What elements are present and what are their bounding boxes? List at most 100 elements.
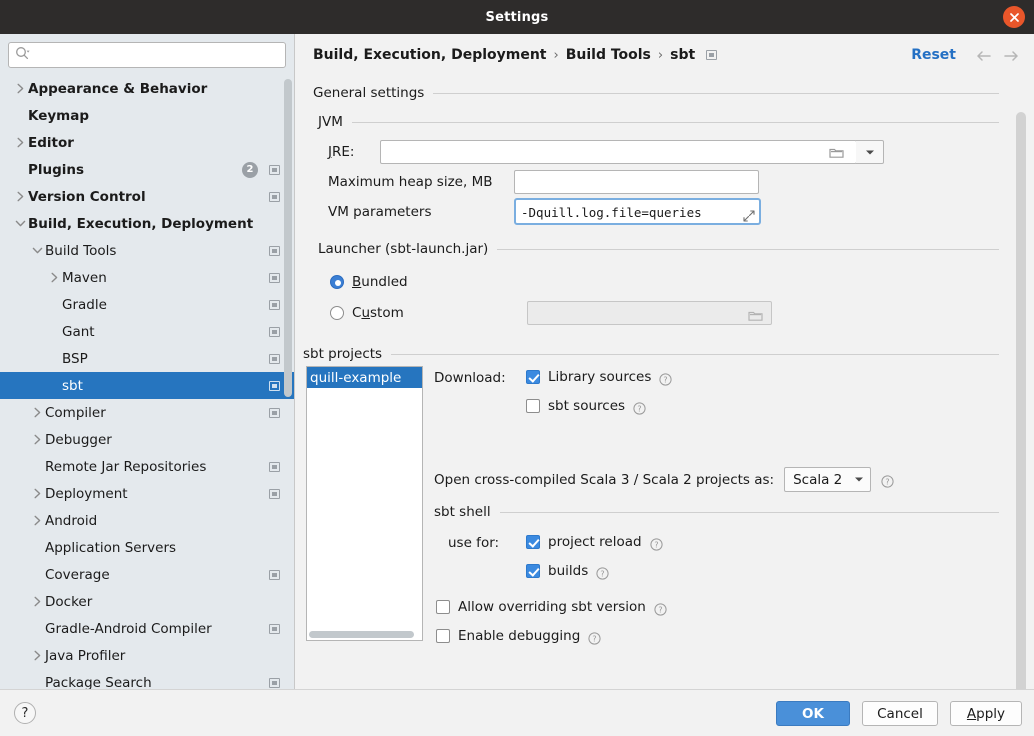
- jre-browse-button[interactable]: [816, 140, 857, 164]
- arrow-right-icon[interactable]: [1003, 48, 1020, 67]
- sidebar-item-java-profiler[interactable]: Java Profiler: [0, 642, 294, 669]
- custom-radio[interactable]: [330, 306, 344, 320]
- sidebar-item-appearance-behavior[interactable]: Appearance & Behavior: [0, 75, 294, 102]
- jvm-title: JVM: [318, 114, 343, 130]
- bundled-label: Bundled: [352, 274, 408, 290]
- sidebar-item-package-search[interactable]: Package Search: [0, 669, 294, 689]
- builds-checkbox[interactable]: [526, 564, 540, 578]
- vm-parameters-input[interactable]: -Dquill.log.file=queries: [514, 198, 761, 225]
- sidebar-item-stub-icon: [269, 623, 280, 634]
- reset-button[interactable]: Reset: [911, 47, 956, 63]
- help-icon[interactable]: ?: [649, 536, 663, 551]
- chevron-down-icon[interactable]: [29, 243, 45, 259]
- sbt-projects-list[interactable]: quill-example: [306, 366, 423, 641]
- sidebar-item-application-servers[interactable]: Application Servers: [0, 534, 294, 561]
- sidebar-item-compiler[interactable]: Compiler: [0, 399, 294, 426]
- breadcrumb-item-2[interactable]: sbt: [670, 47, 695, 63]
- chevron-right-icon[interactable]: [29, 513, 45, 529]
- sidebar-item-stub-icon: [269, 488, 280, 499]
- allow-overriding-checkbox[interactable]: [436, 600, 450, 614]
- sidebar-item-gradle-android-compiler[interactable]: Gradle-Android Compiler: [0, 615, 294, 642]
- enable-debugging-checkbox[interactable]: [436, 629, 450, 643]
- library-sources-row[interactable]: Library sources ?: [526, 369, 672, 386]
- breadcrumb-item-0[interactable]: Build, Execution, Deployment: [313, 47, 547, 63]
- sidebar-item-remote-jar-repositories[interactable]: Remote Jar Repositories: [0, 453, 294, 480]
- help-icon[interactable]: ?: [588, 630, 601, 645]
- search-input[interactable]: [35, 48, 279, 62]
- jre-input[interactable]: [380, 140, 857, 164]
- allow-overriding-row[interactable]: Allow overriding sbt version ?: [436, 599, 667, 616]
- project-list-hscrollbar[interactable]: [309, 631, 414, 638]
- help-icon[interactable]: ?: [596, 565, 609, 580]
- enable-debugging-row[interactable]: Enable debugging ?: [436, 628, 601, 645]
- custom-launcher-path-input[interactable]: [527, 301, 772, 325]
- sidebar-item-label: Debugger: [45, 431, 112, 448]
- project-reload-checkbox[interactable]: [526, 535, 540, 549]
- breadcrumb-item-1[interactable]: Build Tools: [566, 47, 651, 63]
- cross-compiled-select[interactable]: Scala 2: [784, 467, 872, 492]
- max-heap-input[interactable]: [514, 170, 759, 194]
- sbt-sources-checkbox[interactable]: [526, 399, 540, 413]
- builds-row[interactable]: builds ?: [526, 563, 609, 580]
- ok-button[interactable]: OK: [776, 701, 850, 726]
- sidebar-item-gant[interactable]: Gant: [0, 318, 294, 345]
- custom-browse-icon[interactable]: [748, 307, 763, 326]
- sidebar-item-docker[interactable]: Docker: [0, 588, 294, 615]
- library-sources-checkbox[interactable]: [526, 370, 540, 384]
- sidebar-item-android[interactable]: Android: [0, 507, 294, 534]
- sidebar-item-stub-icon: [269, 326, 280, 337]
- chevron-right-icon[interactable]: [29, 432, 45, 448]
- chevron-right-icon[interactable]: [29, 594, 45, 610]
- library-sources-label: Library sources: [548, 369, 652, 385]
- chevron-right-icon[interactable]: [29, 486, 45, 502]
- chevron-right-icon[interactable]: [29, 405, 45, 421]
- sbt-sources-label: sbt sources: [548, 398, 626, 414]
- sidebar-item-plugins[interactable]: Plugins 2: [0, 156, 294, 183]
- sidebar-item-editor[interactable]: Editor: [0, 129, 294, 156]
- close-icon[interactable]: [1003, 6, 1025, 28]
- launcher-bundled-option[interactable]: Bundled: [330, 274, 408, 290]
- sidebar-item-keymap[interactable]: Keymap: [0, 102, 294, 129]
- cancel-button[interactable]: Cancel: [862, 701, 938, 726]
- chevron-right-icon[interactable]: [12, 135, 28, 151]
- chevron-right-icon[interactable]: [46, 270, 62, 286]
- search-box[interactable]: [8, 42, 286, 68]
- expand-icon[interactable]: [743, 207, 755, 223]
- chevron-down-icon[interactable]: [12, 216, 28, 232]
- sbt-shell-title: sbt shell: [434, 504, 491, 520]
- list-item[interactable]: quill-example: [307, 367, 422, 388]
- sidebar-item-build-tools[interactable]: Build Tools: [0, 237, 294, 264]
- chevron-right-icon[interactable]: [12, 81, 28, 97]
- help-button[interactable]: ?: [14, 702, 36, 724]
- sidebar-item-label: Docker: [45, 593, 93, 610]
- sbt-projects-section-header: sbt projects: [303, 346, 999, 362]
- sidebar-item-build-execution-deployment[interactable]: Build, Execution, Deployment: [0, 210, 294, 237]
- help-icon[interactable]: ?: [633, 400, 646, 415]
- bundled-radio[interactable]: [330, 275, 344, 289]
- sidebar-item-deployment[interactable]: Deployment: [0, 480, 294, 507]
- apply-button[interactable]: Apply: [950, 701, 1022, 726]
- sidebar-item-version-control[interactable]: Version Control: [0, 183, 294, 210]
- help-icon[interactable]: ?: [654, 601, 667, 616]
- help-icon[interactable]: ?: [881, 473, 894, 488]
- launcher-custom-option[interactable]: Custom: [330, 305, 404, 321]
- chevron-right-icon[interactable]: [12, 189, 28, 205]
- project-reload-row[interactable]: project reload ?: [526, 534, 663, 551]
- sidebar-item-bsp[interactable]: BSP: [0, 345, 294, 372]
- sidebar-item-debugger[interactable]: Debugger: [0, 426, 294, 453]
- chevron-right-icon[interactable]: [29, 648, 45, 664]
- sidebar-item-gradle[interactable]: Gradle: [0, 291, 294, 318]
- sidebar-item-coverage[interactable]: Coverage: [0, 561, 294, 588]
- arrow-left-icon[interactable]: [975, 48, 992, 67]
- sidebar-item-stub-icon: [269, 272, 280, 283]
- jre-dropdown-button[interactable]: [856, 140, 884, 164]
- sidebar-item-maven[interactable]: Maven: [0, 264, 294, 291]
- sbt-sources-row[interactable]: sbt sources ?: [526, 398, 646, 415]
- dialog-footer: ? OK Cancel Apply: [0, 689, 1034, 736]
- sidebar-item-label: Gradle-Android Compiler: [45, 620, 212, 637]
- content-scrollbar-thumb[interactable]: [1016, 112, 1026, 712]
- settings-sidebar: Appearance & Behavior Keymap Editor Plugins…: [0, 34, 295, 689]
- sidebar-item-sbt[interactable]: sbt: [0, 372, 294, 399]
- help-icon[interactable]: ?: [659, 371, 672, 386]
- sidebar-scrollbar-thumb[interactable]: [284, 79, 292, 397]
